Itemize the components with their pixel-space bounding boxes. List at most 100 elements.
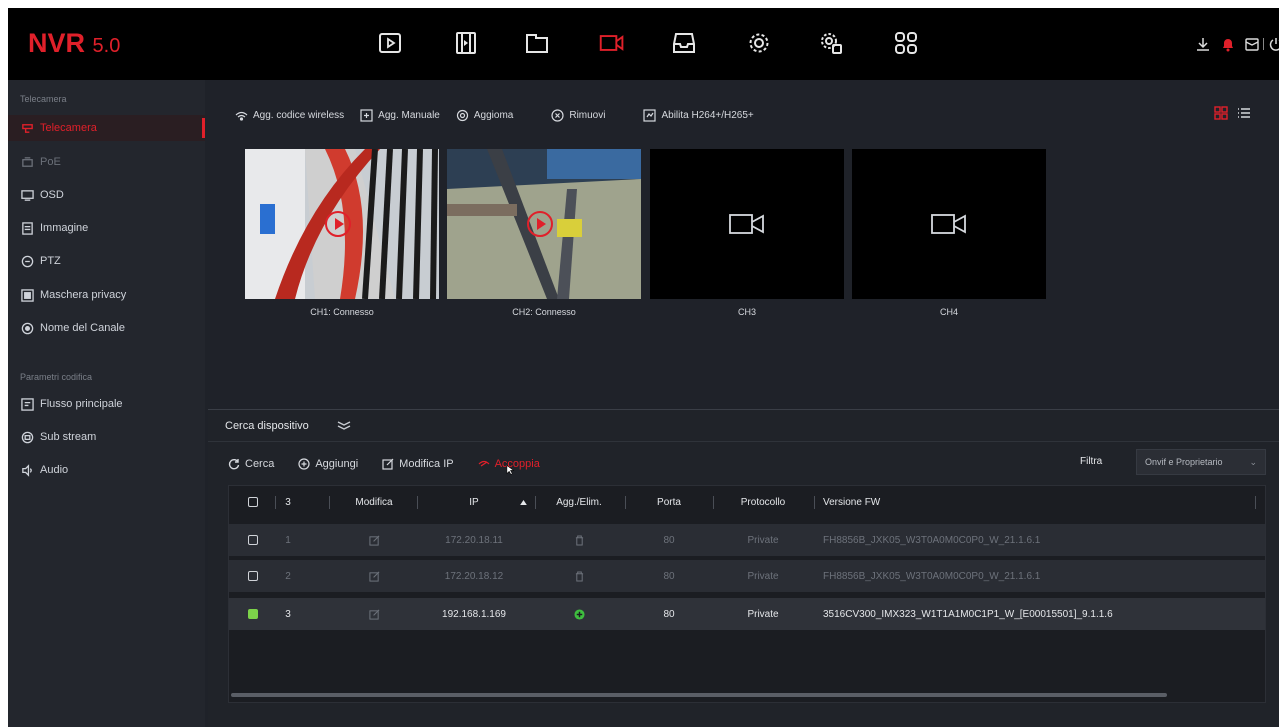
edit-icon[interactable] [339,524,409,556]
pair-icon [478,460,490,467]
folder-icon[interactable] [522,28,552,58]
add-wireless-label: Agg. codice wireless [253,109,345,121]
table-row[interactable]: 1 172.20.18.11 80 Private FH8856B_JXK05_… [229,524,1265,556]
sidebar-item-immagine[interactable]: Immagine [8,215,205,241]
view-toggle [1214,106,1251,120]
horizontal-scrollbar[interactable] [231,693,1167,697]
column-separator [535,496,536,509]
row-checkbox[interactable] [243,560,263,592]
sidebar: Telecamera Telecamera PoE OSD Immagine P… [8,80,205,727]
edit-icon[interactable] [339,560,409,592]
topbar-divider [1263,38,1264,50]
remove-button[interactable]: Rimuovi [551,108,605,122]
column-separator [417,496,418,509]
channel-label-ch2: CH2: Connesso [512,307,576,317]
row-port: 80 [663,608,675,620]
channel-thumbnail-ch1[interactable] [245,149,439,299]
ptz-icon [20,254,34,268]
system-settings-icon[interactable] [816,28,846,58]
port-header: Porta [657,496,681,508]
row-fw-version: FH8856B_JXK05_W3T0A0M0C0P0_W_21.1.6.1 [823,534,1041,546]
edit-icon [382,458,394,470]
sidebar-item-telecamera[interactable]: Telecamera [8,115,205,141]
sidebar-item-label: Audio [40,464,69,476]
column-separator [329,496,330,509]
edit-icon[interactable] [339,598,409,630]
message-icon[interactable] [1244,36,1260,52]
row-checkbox[interactable] [243,524,263,556]
enable-h264-label: Abilita H264+/H265+ [661,109,754,121]
row-ip: 172.20.18.12 [444,570,504,582]
table-row[interactable]: 3 192.168.1.169 80 Private 3516CV300_IMX… [229,598,1265,630]
table-header: 3 Modifica IP Agg./Elim. Porta Protocoll… [229,486,1265,518]
ip-header[interactable]: IP [429,486,519,518]
add-manual-button[interactable]: Agg. Manuale [360,108,440,122]
monitor-icon [20,188,34,202]
sidebar-item-sub-stream[interactable]: Sub stream [8,424,205,450]
row-protocol: Private [747,608,779,620]
power-icon[interactable] [1268,36,1279,52]
alarm-icon[interactable] [1220,36,1236,52]
app-logo: NVR 5.0 [28,28,120,59]
delete-icon[interactable] [537,524,621,556]
mouse-cursor-icon [506,464,515,475]
delete-icon[interactable] [537,560,621,592]
add-manual-icon [360,108,373,122]
sidebar-item-label: Flusso principale [40,398,123,410]
row-checkbox[interactable] [243,598,263,630]
search-button[interactable]: Cerca [228,458,274,470]
main-content: Agg. codice wireless Agg. Manuale Aggiom… [205,80,1279,727]
list-view-icon[interactable] [1237,106,1251,120]
row-protocol: Private [747,570,779,582]
sidebar-item-label: PTZ [40,255,61,267]
enable-h264-button[interactable]: Abilita H264+/H265+ [643,108,754,122]
sidebar-item-label: Sub stream [40,431,97,443]
channel-label-ch3: CH3 [737,307,756,317]
channel-thumbnail-ch4[interactable] [852,149,1046,299]
select-all-checkbox[interactable] [243,486,263,518]
row-index: 1 [285,534,291,546]
remove-icon [551,108,564,122]
filter-select[interactable]: Onvif e Proprietario ⌄ [1136,449,1266,475]
add-device-label: Aggiungi [315,458,359,470]
sidebar-item-maschera-privacy[interactable]: Maschera privacy [8,282,205,308]
row-ip: 192.168.1.169 [442,608,506,620]
sidebar-item-ptz[interactable]: PTZ [8,248,205,274]
settings-icon[interactable] [744,28,774,58]
add-green-icon[interactable] [537,598,621,630]
modify-ip-button[interactable]: Modifica IP [382,458,454,470]
row-index: 2 [285,570,291,582]
row-port: 80 [663,534,675,546]
sidebar-item-label: PoE [40,156,61,168]
sort-asc-icon[interactable] [517,486,529,518]
chevron-down-icon: ⌄ [1249,457,1257,467]
grid-view-icon[interactable] [1214,106,1228,120]
sidebar-item-osd[interactable]: OSD [8,182,205,208]
playback-icon[interactable] [375,28,405,58]
protocol-header: Protocollo [740,496,786,508]
download-icon[interactable] [1195,36,1211,52]
camera-icon [20,121,34,135]
poe-icon [20,155,34,169]
channel-thumbnail-ch3[interactable] [650,149,844,299]
refresh-icon [456,109,468,121]
add-device-button[interactable]: Aggiungi [298,458,358,470]
column-separator [275,496,276,509]
collapse-chevron-icon[interactable] [337,418,351,433]
codec-icon [643,108,657,122]
row-protocol: Private [747,534,779,546]
refresh-button[interactable]: Aggioma [456,109,513,122]
apps-grid-icon[interactable] [891,28,921,58]
table-row[interactable]: 2 172.20.18.12 80 Private FH8856B_JXK05_… [229,560,1265,592]
video-clip-icon[interactable] [451,28,481,58]
fw-version-header: Versione FW [823,496,881,508]
sidebar-item-label: OSD [40,189,64,201]
sidebar-item-nome-canale[interactable]: Nome del Canale [8,315,205,341]
camera-icon[interactable] [597,28,627,58]
channel-thumbnail-ch2[interactable] [447,149,641,299]
storage-icon[interactable] [669,28,699,58]
column-separator [625,496,626,509]
sidebar-item-flusso-principale[interactable]: Flusso principale [8,391,205,417]
sidebar-item-audio[interactable]: Audio [8,457,205,483]
add-wireless-button[interactable]: Agg. codice wireless [235,109,344,122]
